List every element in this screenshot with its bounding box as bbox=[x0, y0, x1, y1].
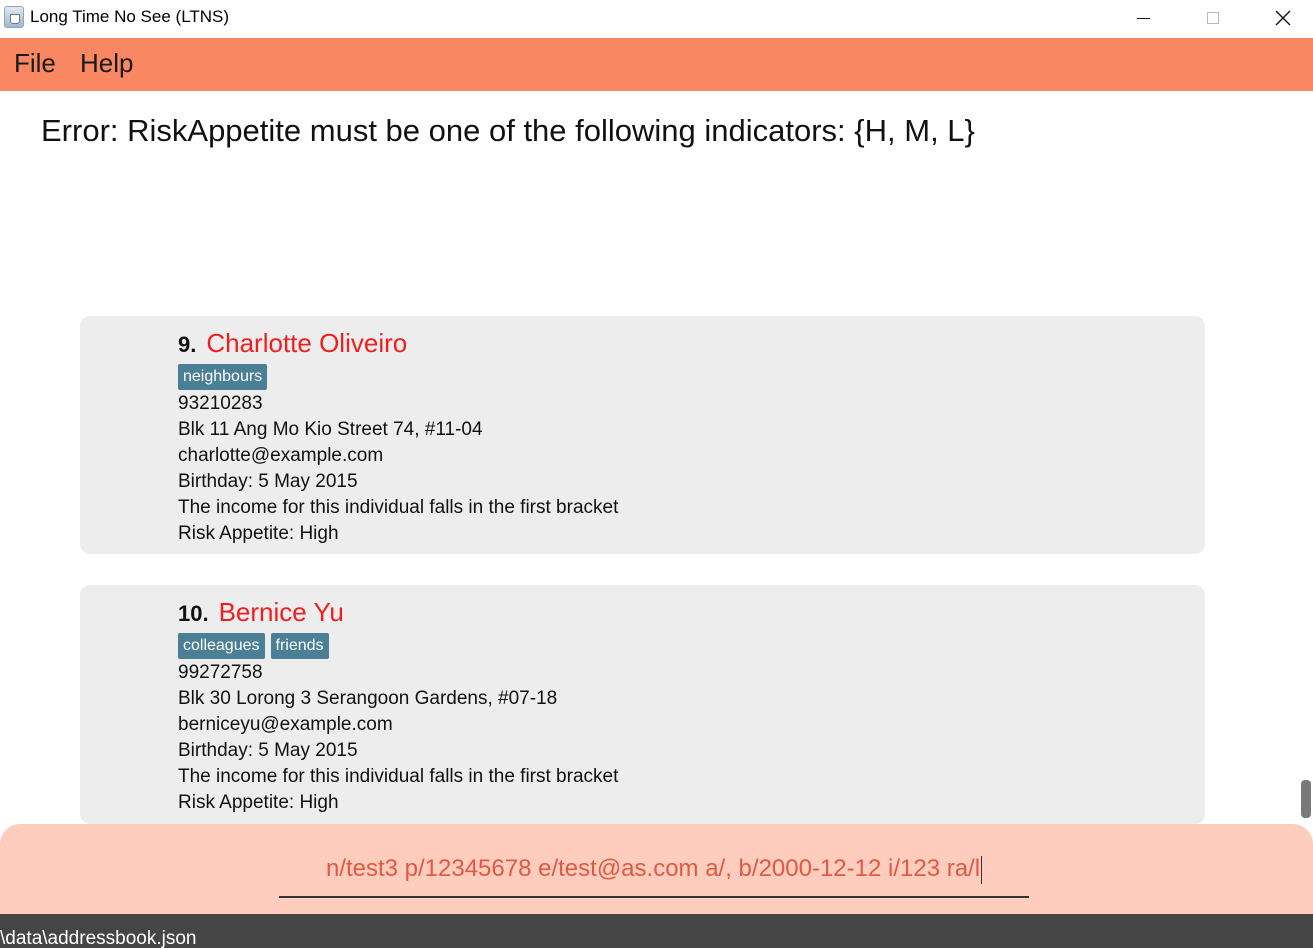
maximize-button[interactable] bbox=[1178, 0, 1248, 36]
person-email: berniceyu@example.com bbox=[178, 714, 393, 735]
app-icon bbox=[4, 6, 24, 28]
window-title: Long Time No See (LTNS) bbox=[30, 7, 230, 26]
person-phone: 99272758 bbox=[178, 662, 263, 683]
person-index: 9. bbox=[178, 332, 197, 357]
tag: friends bbox=[270, 633, 329, 659]
list-scrollbar-thumb[interactable] bbox=[1301, 780, 1311, 818]
person-risk-appetite: Risk Appetite: High bbox=[178, 523, 339, 544]
tag: neighbours bbox=[178, 364, 268, 390]
person-income: The income for this individual falls in … bbox=[178, 766, 619, 787]
save-file-path: \data\addressbook.json bbox=[0, 928, 197, 948]
result-message: Error: RiskAppetite must be one of the f… bbox=[41, 113, 975, 148]
person-phone: 93210283 bbox=[178, 393, 263, 414]
person-card[interactable]: 9. Charlotte Oliveiro neighbours 9321028… bbox=[80, 316, 1205, 554]
command-panel: n/test3 p/12345678 e/test@as.com a/, b/2… bbox=[0, 824, 1313, 916]
title-bar: Long Time No See (LTNS) bbox=[0, 0, 1313, 38]
status-bar: \data\addressbook.json bbox=[0, 914, 1313, 948]
close-button[interactable] bbox=[1248, 0, 1313, 36]
person-name: Charlotte Oliveiro bbox=[206, 328, 408, 358]
close-icon bbox=[1275, 10, 1291, 26]
tag-list: neighbours bbox=[178, 364, 618, 391]
person-address: Blk 11 Ang Mo Kio Street 74, #11-04 bbox=[178, 419, 483, 440]
menu-file[interactable]: File bbox=[14, 48, 56, 79]
menu-help[interactable]: Help bbox=[80, 48, 133, 79]
person-risk-appetite: Risk Appetite: High bbox=[178, 792, 339, 813]
person-birthday: Birthday: 5 May 2015 bbox=[178, 471, 358, 492]
person-birthday: Birthday: 5 May 2015 bbox=[178, 740, 358, 761]
minimize-button[interactable] bbox=[1108, 0, 1178, 36]
menu-bar: File Help bbox=[0, 38, 1313, 91]
maximize-icon bbox=[1207, 12, 1219, 24]
command-text: n/test3 p/12345678 e/test@as.com a/, b/2… bbox=[325, 855, 981, 882]
person-name: Bernice Yu bbox=[218, 597, 344, 627]
minimize-icon bbox=[1136, 17, 1150, 19]
tag: colleagues bbox=[178, 633, 265, 659]
app-window: Long Time No See (LTNS) File Help Error:… bbox=[0, 0, 1313, 948]
person-address: Blk 30 Lorong 3 Serangoon Gardens, #07-1… bbox=[178, 688, 558, 709]
person-card[interactable]: 10. Bernice Yu colleagues friends 992727… bbox=[80, 585, 1205, 824]
person-index: 10. bbox=[178, 601, 209, 626]
person-list[interactable]: 9. Charlotte Oliveiro neighbours 9321028… bbox=[0, 300, 1313, 824]
person-income: The income for this individual falls in … bbox=[178, 497, 619, 518]
command-input[interactable]: n/test3 p/12345678 e/test@as.com a/, b/2… bbox=[279, 854, 1029, 898]
person-email: charlotte@example.com bbox=[178, 445, 384, 466]
tag-list: colleagues friends bbox=[178, 633, 618, 660]
text-caret bbox=[981, 855, 983, 884]
